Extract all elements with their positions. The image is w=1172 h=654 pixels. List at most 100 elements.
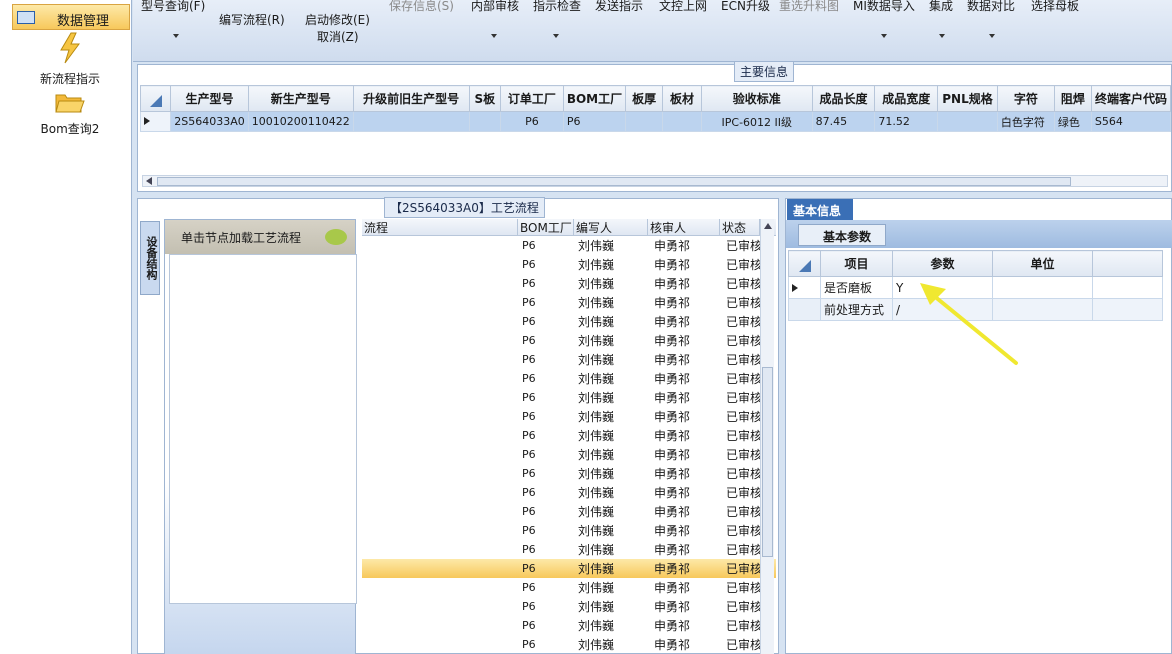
check-instruction-button[interactable]: 指示检查	[533, 0, 581, 14]
tree-cell-writer[interactable]: 刘伟巍	[574, 256, 648, 273]
tree-cell-reviewer[interactable]: 申勇祁	[648, 256, 720, 273]
table-cell[interactable]: 前处理方式	[820, 298, 893, 321]
tree-cell-reviewer[interactable]: 申勇祁	[648, 408, 720, 425]
tree-cell-status[interactable]: 已审核	[720, 522, 760, 539]
tree-row[interactable]: −图镀铜镍金P6刘伟巍申勇祁已审核	[362, 388, 776, 407]
ecn-upgrade-button[interactable]: ECN升级	[721, 0, 770, 14]
tree-cell-status[interactable]: 已审核	[720, 636, 760, 653]
model-query-button[interactable]: 型号查询(F)	[141, 0, 205, 14]
tree-cell-reviewer[interactable]: 申勇祁	[648, 503, 720, 520]
table-cell[interactable]: P6	[500, 111, 564, 132]
tree-cell-writer[interactable]: 刘伟巍	[574, 408, 648, 425]
table-cell[interactable]: 绿色	[1053, 111, 1092, 132]
tree-cell-status[interactable]: 已审核	[720, 256, 760, 273]
column-header[interactable]: 成品宽度	[874, 85, 939, 112]
tree-cell-status[interactable]: 已审核	[720, 484, 760, 501]
tree-row[interactable]: −电镀P6刘伟巍申勇祁已审核	[362, 255, 776, 274]
tree-cell-writer[interactable]: 刘伟巍	[574, 332, 648, 349]
column-header[interactable]: 终端客户代码	[1090, 85, 1172, 112]
table-cell[interactable]: 2S564033A0	[170, 111, 249, 132]
tree-cell-bom[interactable]: P6	[518, 334, 574, 347]
chevron-down-icon[interactable]	[173, 34, 179, 38]
column-header[interactable]: 新生产型号	[247, 85, 354, 112]
table-cell[interactable]: 是否磨板	[820, 276, 893, 299]
tree-cell-bom[interactable]: P6	[518, 429, 574, 442]
tree-row[interactable]: −外层蚀刻P6刘伟巍申勇祁已审核	[362, 426, 776, 445]
scrollbar-thumb[interactable]	[157, 177, 1071, 186]
column-header[interactable]: 板材	[662, 85, 702, 112]
tree-cell-reviewer[interactable]: 申勇祁	[648, 465, 720, 482]
tree-row[interactable]: −阻焊P6刘伟巍申勇祁已审核	[362, 540, 776, 559]
tree-cell-reviewer[interactable]: 申勇祁	[648, 370, 720, 387]
tree-cell-reviewer[interactable]: 申勇祁	[648, 446, 720, 463]
tree-cell-status[interactable]: 已审核	[720, 427, 760, 444]
scroll-left-icon[interactable]	[146, 177, 152, 185]
tree-cell-bom[interactable]: P6	[518, 391, 574, 404]
tree-cell-status[interactable]: 已审核	[720, 313, 760, 330]
tree-cell-writer[interactable]: 刘伟巍	[574, 617, 648, 634]
column-header[interactable]: 状态	[720, 219, 760, 235]
tab-basic-params[interactable]: 基本参数	[798, 224, 886, 246]
tree-cell-reviewer[interactable]: 申勇祁	[648, 560, 720, 577]
column-header[interactable]: 阻焊	[1053, 85, 1092, 112]
column-header[interactable]: S板	[468, 85, 502, 112]
column-header[interactable]: 单位	[992, 250, 1093, 277]
tree-cell-reviewer[interactable]: 申勇祁	[648, 636, 720, 653]
table-cell[interactable]: 10010200110422	[247, 111, 354, 132]
tree-cell-status[interactable]: 已审核	[720, 294, 760, 311]
mi-data-import-button[interactable]: MI数据导入	[853, 0, 915, 14]
column-header[interactable]: 板厚	[625, 85, 664, 112]
select-motherboard-button[interactable]: 选择母板	[1031, 0, 1079, 14]
equipment-list[interactable]	[169, 254, 357, 604]
tree-cell-reviewer[interactable]: 申勇祁	[648, 389, 720, 406]
column-header[interactable]: 生产型号	[170, 85, 249, 112]
column-header[interactable]: 项目	[820, 250, 893, 277]
table-cell[interactable]: IPC-6012 II级	[700, 111, 813, 132]
tree-cell-status[interactable]: 已审核	[720, 370, 760, 387]
tree-cell-writer[interactable]: 刘伟巍	[574, 522, 648, 539]
tree-cell-reviewer[interactable]: 申勇祁	[648, 351, 720, 368]
scroll-up-icon[interactable]	[764, 223, 772, 229]
tree-cell-reviewer[interactable]: 申勇祁	[648, 427, 720, 444]
nav-header-data-management[interactable]: 数据管理	[12, 4, 130, 30]
tree-row[interactable]: 板镀P6刘伟巍申勇祁已审核	[362, 274, 776, 293]
tree-row[interactable]: 阻焊前处理P6刘伟巍申勇祁已审核	[362, 559, 776, 578]
tree-cell-reviewer[interactable]: 申勇祁	[648, 579, 720, 596]
horizontal-scrollbar[interactable]	[142, 175, 1168, 187]
tree-cell-bom[interactable]: P6	[518, 543, 574, 556]
chevron-down-icon[interactable]	[491, 34, 497, 38]
internal-review-button[interactable]: 内部审核	[471, 0, 519, 14]
tree-cell-bom[interactable]: P6	[518, 239, 574, 252]
tree-cell-bom[interactable]: P6	[518, 258, 574, 271]
tree-cell-status[interactable]: 已审核	[720, 389, 760, 406]
tree-cell-reviewer[interactable]: 申勇祁	[648, 484, 720, 501]
chevron-down-icon[interactable]	[989, 34, 995, 38]
tree-cell-bom[interactable]: P6	[518, 619, 574, 632]
tree-row[interactable]: 碱性蚀刻P6刘伟巍申勇祁已审核	[362, 464, 776, 483]
tree-cell-bom[interactable]: P6	[518, 277, 574, 290]
integrate-button[interactable]: 集成	[929, 0, 953, 14]
doc-control-online-button[interactable]: 文控上网	[659, 0, 707, 14]
tree-row[interactable]: 显影P6刘伟巍申勇祁已审核	[362, 635, 776, 654]
tree-cell-bom[interactable]: P6	[518, 638, 574, 651]
tree-cell-reviewer[interactable]: 申勇祁	[648, 522, 720, 539]
tree-cell-writer[interactable]: 刘伟巍	[574, 370, 648, 387]
column-header[interactable]: PNL规格	[937, 85, 998, 112]
tree-row[interactable]: 丝印P6刘伟巍申勇祁已审核	[362, 578, 776, 597]
tree-cell-status[interactable]: 已审核	[720, 275, 760, 292]
column-header[interactable]: 成品长度	[811, 85, 876, 112]
table-cell[interactable]: P6	[562, 111, 627, 132]
tree-row[interactable]: 外层前处理P6刘伟巍申勇祁已审核	[362, 312, 776, 331]
tree-row[interactable]: 预烘P6刘伟巍申勇祁已审核	[362, 597, 776, 616]
tree-cell-bom[interactable]: P6	[518, 296, 574, 309]
nav-item-bom-query[interactable]: Bom查询2	[12, 92, 128, 137]
tab-equipment-structure[interactable]: 设备结构	[140, 221, 160, 295]
tree-cell-writer[interactable]: 刘伟巍	[574, 351, 648, 368]
table-cell[interactable]	[662, 111, 702, 132]
tree-cell-bom[interactable]: P6	[518, 448, 574, 461]
tree-row[interactable]: −AOIP6刘伟巍申勇祁已审核	[362, 502, 776, 521]
tree-cell-writer[interactable]: 刘伟巍	[574, 294, 648, 311]
tree-cell-writer[interactable]: 刘伟巍	[574, 427, 648, 444]
tree-cell-reviewer[interactable]: 申勇祁	[648, 313, 720, 330]
table-cell[interactable]: S564	[1090, 111, 1172, 132]
